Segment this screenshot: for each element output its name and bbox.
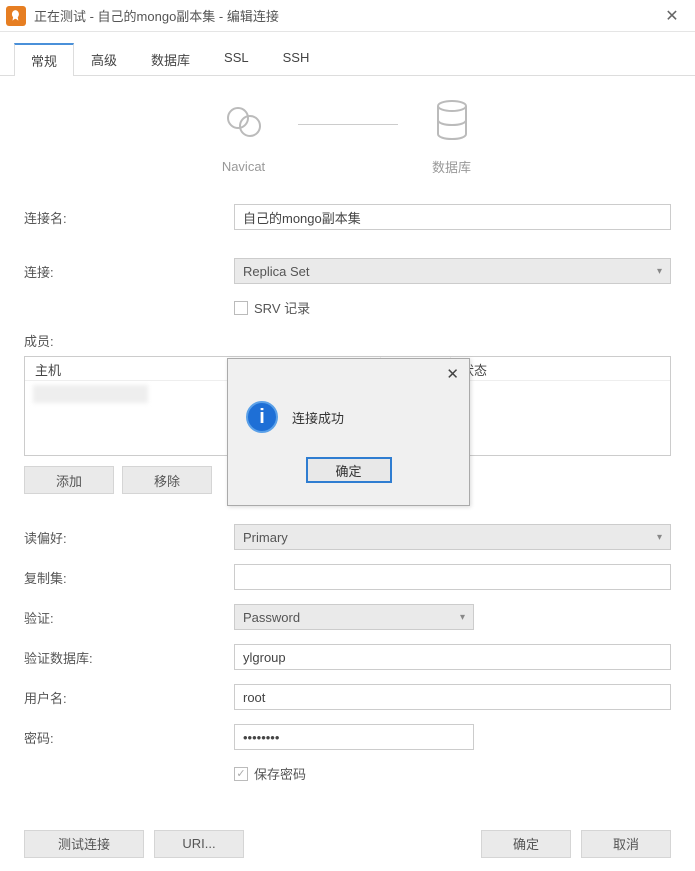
window-title: 正在测试 - 自己的mongo副本集 - 编辑连接 xyxy=(34,6,649,25)
diagram-right-label: 数据库 xyxy=(432,157,471,176)
cancel-button[interactable]: 取消 xyxy=(581,830,671,858)
tabs: 常规 高级 数据库 SSL SSH xyxy=(0,32,695,76)
footer: 测试连接 URI... 确定 取消 xyxy=(0,815,695,871)
members-col-status: 状态 xyxy=(451,357,670,380)
user-input[interactable] xyxy=(234,684,671,710)
auth-value: Password xyxy=(243,610,300,625)
message-dialog: ✕ i 连接成功 确定 xyxy=(227,358,470,506)
redacted-host xyxy=(33,385,148,403)
chevron-down-icon: ▾ xyxy=(460,612,465,623)
conn-type-select[interactable]: Replica Set ▾ xyxy=(234,258,671,284)
conn-name-label: 连接名: xyxy=(24,208,234,227)
database-icon xyxy=(428,96,476,149)
auth-select[interactable]: Password ▾ xyxy=(234,604,474,630)
window-close-button[interactable]: ✕ xyxy=(649,0,695,32)
auth-label: 验证: xyxy=(24,608,234,627)
dialog-message: 连接成功 xyxy=(292,408,344,427)
auth-db-label: 验证数据库: xyxy=(24,648,234,667)
dialog-ok-button[interactable]: 确定 xyxy=(306,457,392,483)
tab-ssl[interactable]: SSL xyxy=(207,43,266,76)
connection-diagram: Navicat 数据库 xyxy=(24,96,671,176)
info-icon: i xyxy=(246,401,278,433)
conn-type-value: Replica Set xyxy=(243,264,309,279)
conn-name-input[interactable] xyxy=(234,204,671,230)
app-icon xyxy=(6,6,26,26)
pass-input[interactable] xyxy=(234,724,474,750)
test-connection-button[interactable]: 测试连接 xyxy=(24,830,144,858)
uri-button[interactable]: URI... xyxy=(154,830,244,858)
read-pref-value: Primary xyxy=(243,530,288,545)
tab-ssh[interactable]: SSH xyxy=(266,43,327,76)
read-pref-select[interactable]: Primary ▾ xyxy=(234,524,671,550)
pass-label: 密码: xyxy=(24,728,234,747)
titlebar: 正在测试 - 自己的mongo副本集 - 编辑连接 ✕ xyxy=(0,0,695,32)
srv-label: SRV 记录 xyxy=(254,298,310,317)
add-button[interactable]: 添加 xyxy=(24,466,114,494)
ok-button[interactable]: 确定 xyxy=(481,830,571,858)
replset-label: 复制集: xyxy=(24,568,234,587)
tab-general[interactable]: 常规 xyxy=(14,43,74,76)
chevron-down-icon: ▾ xyxy=(657,532,662,543)
tab-database[interactable]: 数据库 xyxy=(134,43,207,76)
user-label: 用户名: xyxy=(24,688,234,707)
tab-advanced[interactable]: 高级 xyxy=(74,43,134,76)
read-pref-label: 读偏好: xyxy=(24,528,234,547)
remove-button[interactable]: 移除 xyxy=(122,466,212,494)
srv-checkbox[interactable] xyxy=(234,301,248,315)
save-pass-label: 保存密码 xyxy=(254,764,306,783)
conn-label: 连接: xyxy=(24,262,234,281)
navicat-icon xyxy=(220,98,268,151)
auth-db-input[interactable] xyxy=(234,644,671,670)
diagram-connector xyxy=(298,124,398,125)
chevron-down-icon: ▾ xyxy=(657,266,662,277)
members-label: 成员: xyxy=(24,331,671,350)
dialog-close-button[interactable]: ✕ xyxy=(446,365,459,383)
diagram-left-label: Navicat xyxy=(222,159,265,174)
save-pass-checkbox[interactable] xyxy=(234,767,248,781)
replset-input[interactable] xyxy=(234,564,671,590)
